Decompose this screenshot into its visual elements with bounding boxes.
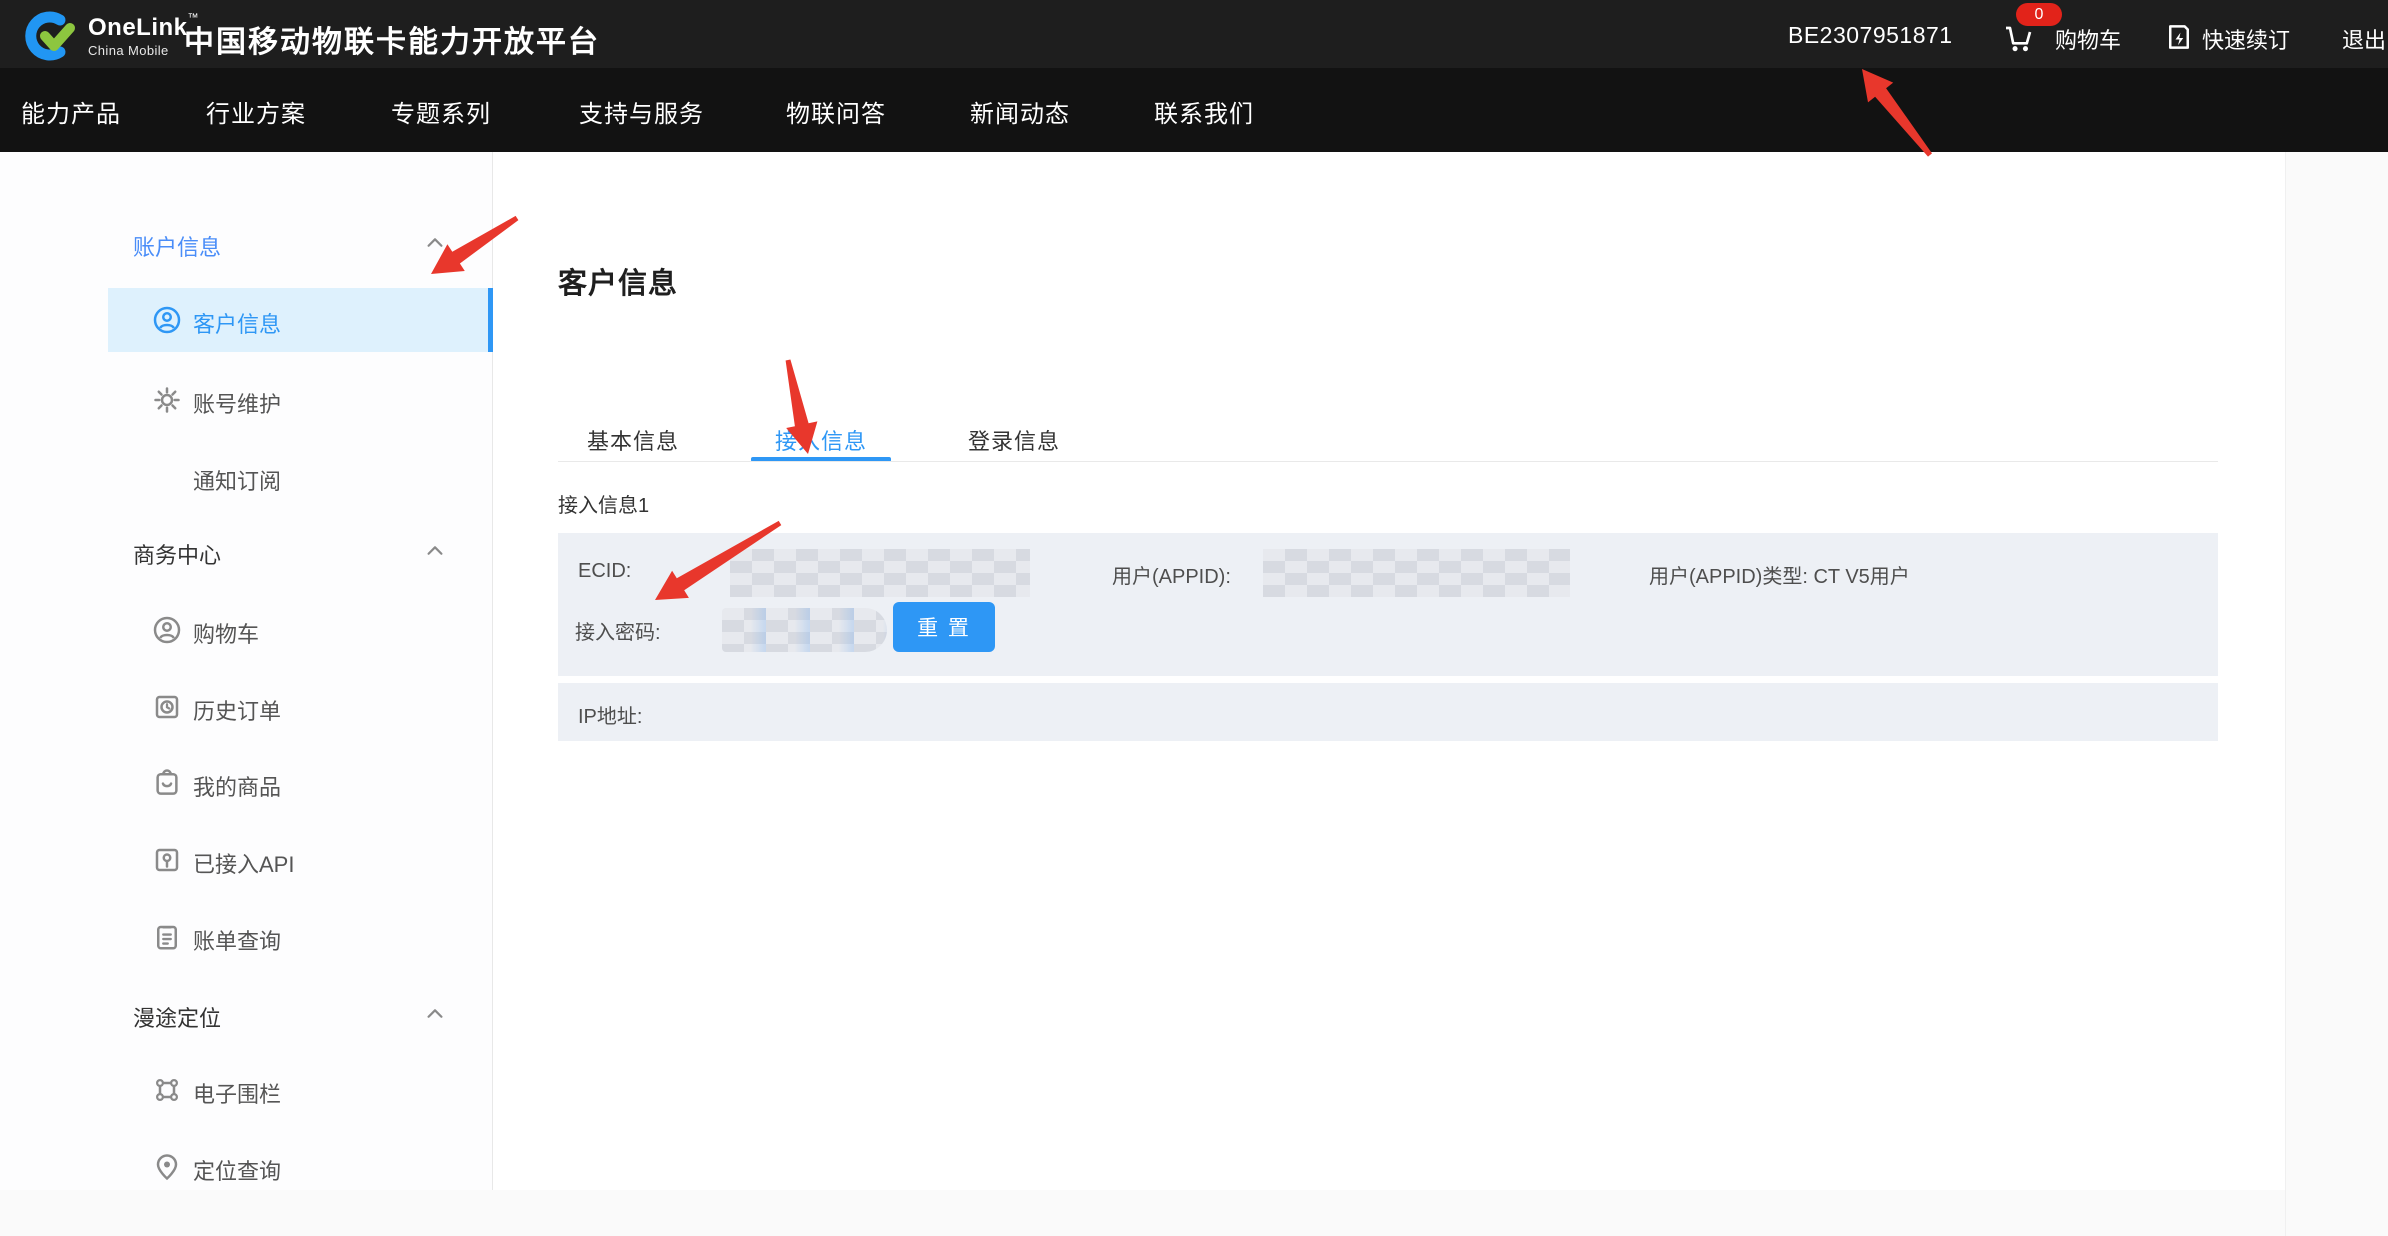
logout-link[interactable]: 退出	[2342, 23, 2386, 55]
nav-item-news[interactable]: 新闻动态	[970, 94, 1070, 129]
appid-value-redacted	[1263, 549, 1570, 597]
top-bar: OneLink™ China Mobile 中国移动物联卡能力开放平台 BE23…	[0, 0, 2388, 68]
chevron-up-icon	[424, 1003, 446, 1025]
sidebar-item-bill-query[interactable]: 账单查询	[0, 905, 492, 969]
cart-icon[interactable]	[2001, 22, 2035, 54]
sidebar-group-account[interactable]: 账户信息	[0, 216, 492, 268]
fence-icon	[152, 1075, 182, 1105]
sidebar-item-geo-fence[interactable]: 电子围栏	[0, 1058, 492, 1122]
site-title: 中国移动物联卡能力开放平台	[184, 17, 600, 61]
sidebar-item-order-history[interactable]: 历史订单	[0, 675, 492, 739]
bill-icon	[152, 922, 182, 952]
user-circle-icon	[152, 615, 182, 645]
shopping-bag-icon	[152, 768, 182, 798]
right-gutter	[2285, 152, 2388, 1236]
quick-renew-link[interactable]: 快速续订	[2202, 23, 2290, 55]
ip-address-label: IP地址:	[578, 700, 642, 729]
location-pin-icon	[152, 1152, 182, 1182]
chevron-up-icon	[424, 540, 446, 562]
tab-login-info[interactable]: 登录信息	[968, 424, 1060, 456]
main-nav: 能力产品 行业方案 专题系列 支持与服务 物联问答 新闻动态 联系我们	[0, 68, 2388, 152]
ecid-value-redacted	[730, 549, 1030, 597]
sidebar-group-business[interactable]: 商务中心	[0, 524, 492, 576]
sidebar-item-customer-info[interactable]: 客户信息	[108, 288, 493, 352]
sidebar-group-mantu-location[interactable]: 漫途定位	[0, 987, 492, 1039]
onelink-logo-icon	[20, 7, 76, 63]
tab-basic-info[interactable]: 基本信息	[587, 424, 679, 456]
nav-item-support[interactable]: 支持与服务	[579, 94, 704, 129]
user-circle-icon	[152, 305, 182, 335]
access-password-label: 接入密码:	[575, 616, 661, 645]
ecid-label: ECID:	[578, 560, 631, 583]
sidebar: 账户信息 客户信息 账号维护 通知订阅 商务中心	[0, 152, 493, 1190]
order-history-icon	[152, 692, 182, 722]
nav-item-products[interactable]: 能力产品	[21, 94, 121, 129]
page-root: { "topbar": { "brand": "OneLink", "brand…	[0, 0, 2388, 1236]
sidebar-item-shopping-cart[interactable]: 购物车	[0, 598, 492, 662]
gear-icon	[152, 385, 182, 415]
brand-subtitle: China Mobile	[88, 44, 199, 57]
appid-label: 用户(APPID):	[1112, 560, 1231, 589]
sidebar-item-notification-subscribe[interactable]: 通知订阅	[0, 445, 492, 509]
tab-access-info[interactable]: 接入信息	[775, 424, 867, 456]
ip-address-panel	[558, 683, 2218, 741]
sidebar-item-account-maintenance[interactable]: 账号维护	[0, 368, 492, 432]
appid-type-label: 用户(APPID)类型:	[1649, 566, 1808, 588]
cart-link[interactable]: 购物车	[2055, 23, 2121, 55]
access-password-value-redacted	[722, 608, 887, 652]
nav-item-topics[interactable]: 专题系列	[391, 94, 491, 129]
sidebar-item-location-query[interactable]: 定位查询	[0, 1135, 492, 1199]
tab-divider	[558, 461, 2218, 462]
appid-type-value: CT V5用户	[1813, 566, 1909, 588]
chevron-up-icon	[424, 232, 446, 254]
brand-name: OneLink	[88, 14, 188, 41]
brand-block: OneLink™ China Mobile	[88, 13, 199, 57]
appid-type-field: 用户(APPID)类型: CT V5用户	[1649, 560, 1910, 589]
page-title: 客户信息	[558, 260, 678, 302]
nav-item-qa[interactable]: 物联问答	[786, 94, 886, 129]
reset-password-button[interactable]: 重 置	[893, 602, 995, 652]
account-id: BE2307951871	[1788, 22, 1953, 49]
nav-item-contact[interactable]: 联系我们	[1154, 94, 1254, 129]
cart-badge: 0	[2016, 3, 2062, 26]
sidebar-item-my-products[interactable]: 我的商品	[0, 751, 492, 815]
quick-renew-icon[interactable]	[2164, 22, 2194, 52]
access-info-section-label: 接入信息1	[558, 489, 649, 518]
sidebar-item-connected-api[interactable]: 已接入API	[0, 828, 492, 892]
nav-item-industry[interactable]: 行业方案	[206, 94, 306, 129]
api-key-icon	[152, 845, 182, 875]
